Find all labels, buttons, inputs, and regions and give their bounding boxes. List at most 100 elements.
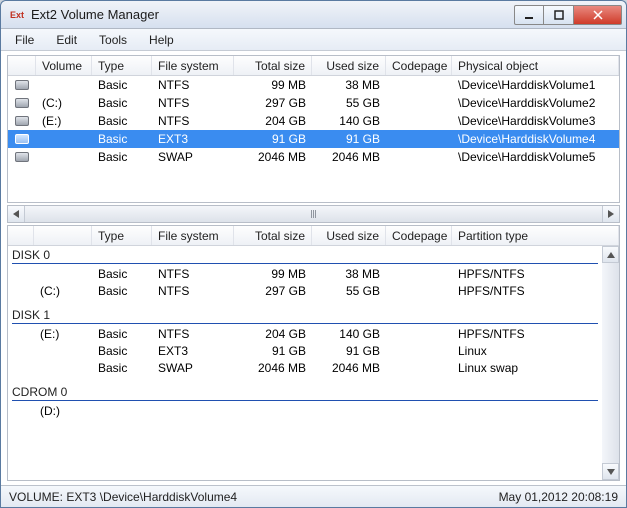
cell-total: 91 GB — [234, 131, 312, 147]
cell-partition: Linux swap — [452, 360, 602, 377]
titlebar[interactable]: Ext Ext2 Volume Manager — [1, 1, 626, 29]
partitions-header: Type File system Total size Used size Co… — [8, 226, 619, 246]
col-vol-b[interactable] — [34, 226, 92, 245]
col-filesystem[interactable]: File system — [152, 56, 234, 75]
menubar: File Edit Tools Help — [1, 29, 626, 51]
scroll-track[interactable] — [25, 208, 602, 220]
disk-icon — [8, 151, 36, 163]
cell-filesystem — [152, 403, 234, 420]
col-type[interactable]: Type — [92, 56, 152, 75]
volume-row[interactable]: BasicNTFS99 MB38 MB\Device\HarddiskVolum… — [8, 76, 619, 94]
horizontal-scrollbar[interactable] — [7, 205, 620, 223]
status-right: May 01,2012 20:08:19 — [499, 490, 618, 504]
group-header[interactable]: DISK 0 — [8, 246, 602, 262]
col-total-b[interactable]: Total size — [234, 226, 312, 245]
cell-filesystem: EXT3 — [152, 131, 234, 147]
partition-row[interactable]: BasicSWAP2046 MB2046 MBLinux swap — [8, 360, 602, 377]
minimize-button[interactable] — [514, 5, 544, 25]
cell-total — [234, 403, 312, 420]
volume-row[interactable]: BasicEXT391 GB91 GB\Device\HarddiskVolum… — [8, 130, 619, 148]
col-volume[interactable]: Volume — [36, 56, 92, 75]
cell-total: 204 GB — [234, 113, 312, 129]
volume-row[interactable]: (E:)BasicNTFS204 GB140 GB\Device\Harddis… — [8, 112, 619, 130]
menu-tools[interactable]: Tools — [89, 31, 137, 49]
partition-row[interactable]: (D:) — [8, 403, 602, 420]
cell-used: 140 GB — [312, 113, 386, 129]
cell-used: 38 MB — [312, 266, 386, 283]
col-icon-b[interactable] — [8, 226, 34, 245]
cell-filesystem: SWAP — [152, 149, 234, 165]
cell-volume — [36, 156, 92, 158]
cell-total: 99 MB — [234, 77, 312, 93]
close-button[interactable] — [574, 5, 622, 25]
cell-used: 91 GB — [312, 131, 386, 147]
partition-row[interactable]: (E:)BasicNTFS204 GB140 GBHPFS/NTFS — [8, 326, 602, 343]
cell-filesystem: NTFS — [152, 326, 234, 343]
cell-filesystem: NTFS — [152, 266, 234, 283]
scroll-right-button[interactable] — [602, 206, 619, 222]
volumes-pane[interactable]: Volume Type File system Total size Used … — [7, 55, 620, 203]
scroll-left-button[interactable] — [8, 206, 25, 222]
cell-used: 2046 MB — [312, 360, 386, 377]
cell-type: Basic — [92, 113, 152, 129]
col-used-b[interactable]: Used size — [312, 226, 386, 245]
maximize-button[interactable] — [544, 5, 574, 25]
cell-used: 38 MB — [312, 77, 386, 93]
partition-row[interactable]: BasicNTFS99 MB38 MBHPFS/NTFS — [8, 266, 602, 283]
disk-icon — [8, 115, 36, 127]
menu-file[interactable]: File — [5, 31, 44, 49]
scroll-up-button[interactable] — [602, 246, 619, 263]
scroll-down-button[interactable] — [602, 463, 619, 480]
partition-row[interactable]: BasicEXT391 GB91 GBLinux — [8, 343, 602, 360]
status-left: VOLUME: EXT3 \Device\HarddiskVolume4 — [9, 490, 499, 504]
menu-help[interactable]: Help — [139, 31, 184, 49]
content-area: Volume Type File system Total size Used … — [1, 51, 626, 485]
partition-row[interactable]: (C:)BasicNTFS297 GB55 GBHPFS/NTFS — [8, 283, 602, 300]
partitions-pane[interactable]: Type File system Total size Used size Co… — [7, 225, 620, 481]
col-partition[interactable]: Partition type — [452, 226, 619, 245]
col-icon[interactable] — [8, 56, 36, 75]
volume-row[interactable]: BasicSWAP2046 MB2046 MB\Device\HarddiskV… — [8, 148, 619, 166]
cell-volume: (C:) — [34, 283, 92, 300]
cell-type: Basic — [92, 131, 152, 147]
blank-icon — [8, 360, 34, 377]
col-total[interactable]: Total size — [234, 56, 312, 75]
blank-icon — [8, 403, 34, 420]
group-header[interactable]: CDROM 0 — [8, 383, 602, 399]
menu-edit[interactable]: Edit — [46, 31, 87, 49]
cell-codepage — [386, 266, 452, 283]
cell-filesystem: NTFS — [152, 77, 234, 93]
col-codepage-b[interactable]: Codepage — [386, 226, 452, 245]
vertical-scrollbar[interactable] — [602, 246, 619, 480]
col-physical[interactable]: Physical object — [452, 56, 619, 75]
window-title: Ext2 Volume Manager — [31, 7, 514, 22]
cell-volume: (D:) — [34, 403, 92, 420]
cell-total: 2046 MB — [234, 360, 312, 377]
cell-used: 140 GB — [312, 326, 386, 343]
col-used[interactable]: Used size — [312, 56, 386, 75]
cell-partition: HPFS/NTFS — [452, 326, 602, 343]
col-codepage[interactable]: Codepage — [386, 56, 452, 75]
cell-used: 55 GB — [312, 95, 386, 111]
cell-physical: \Device\HarddiskVolume3 — [452, 113, 619, 129]
col-fs-b[interactable]: File system — [152, 226, 234, 245]
cell-partition: HPFS/NTFS — [452, 266, 602, 283]
disk-icon — [8, 133, 36, 145]
cell-codepage — [386, 326, 452, 343]
cell-partition: HPFS/NTFS — [452, 283, 602, 300]
cell-volume: (E:) — [36, 113, 92, 129]
cell-volume — [34, 360, 92, 377]
cell-volume — [34, 343, 92, 360]
app-icon: Ext — [9, 7, 25, 23]
volume-row[interactable]: (C:)BasicNTFS297 GB55 GB\Device\Harddisk… — [8, 94, 619, 112]
cell-codepage — [386, 360, 452, 377]
group-header[interactable]: DISK 1 — [8, 306, 602, 322]
cell-used: 91 GB — [312, 343, 386, 360]
cell-volume: (C:) — [36, 95, 92, 111]
cell-volume — [36, 84, 92, 86]
group-divider — [12, 263, 598, 264]
col-type-b[interactable]: Type — [92, 226, 152, 245]
cell-volume: (E:) — [34, 326, 92, 343]
cell-type: Basic — [92, 266, 152, 283]
volumes-header: Volume Type File system Total size Used … — [8, 56, 619, 76]
